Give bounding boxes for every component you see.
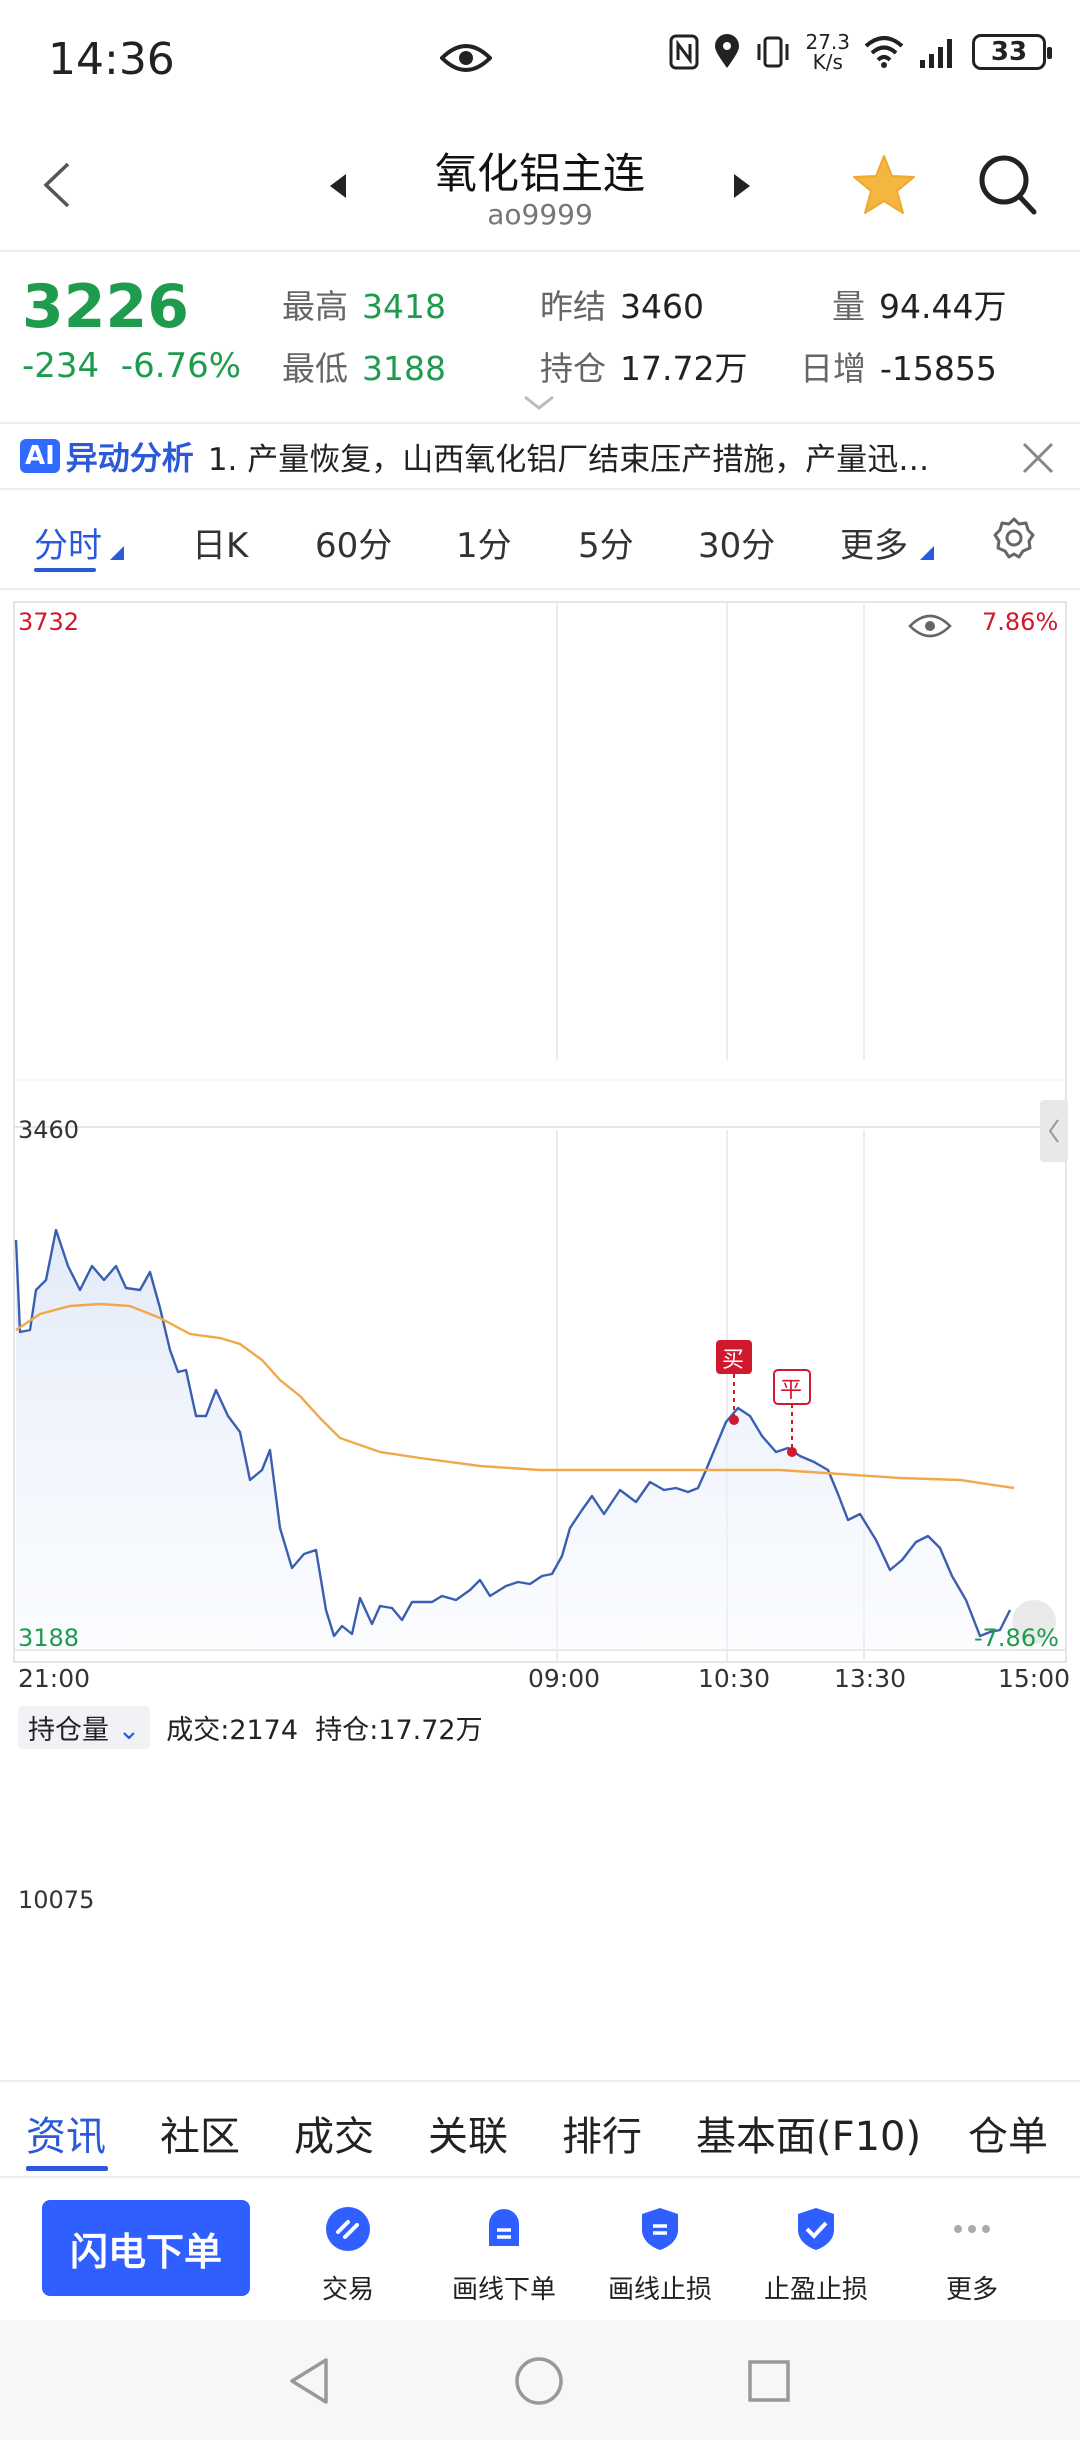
tab-daily-k[interactable]: 日K [192,518,248,567]
tab-fundamentals[interactable]: 基本面(F10) [696,2104,921,2162]
tab-news[interactable]: 资讯 [26,2104,106,2162]
draw-stoploss-icon [642,2208,678,2250]
last-price: 3226 [22,272,189,342]
nav-back-icon[interactable] [286,2356,332,2406]
status-time: 14:36 [48,34,175,85]
nav-recents-icon[interactable] [746,2356,792,2406]
more-dots-icon [954,2225,990,2233]
expand-chevron-icon[interactable] [522,394,556,416]
oi-value: 持仓:17.72万 [315,1715,483,1746]
chart-eye-icon[interactable] [908,614,952,638]
next-contract-button[interactable] [732,172,752,204]
ai-badge: AI [20,439,60,473]
wifi-icon [864,36,904,68]
settings-gear-icon[interactable] [992,516,1036,564]
buy-marker[interactable]: 买 [722,1342,744,1374]
contract-code: ao9999 [487,198,593,231]
status-icons: 27.3 K/s 33 [669,30,1052,74]
flash-order-button[interactable]: 闪电下单 [42,2200,250,2296]
info-tabs: 资讯 社区 成交 关联 排行 基本面(F10) 仓单 [0,2080,1080,2176]
tab-30min[interactable]: 30分 [698,518,775,567]
system-nav-bar [0,2320,1080,2440]
quote-panel: 3226 -234 -6.76% 最高 3418 最低 3188 昨结 3460 持仓… [0,252,1080,422]
active-tab-indicator [26,2166,108,2171]
close-marker[interactable]: 平 [780,1372,802,1404]
nfc-icon [669,34,699,70]
signal-icon [920,39,952,68]
max-price-label: 3732 [18,608,80,636]
low-stat: 最低 3188 [282,349,446,388]
tab-trades[interactable]: 成交 [294,2104,374,2162]
time-label-2100: 21:00 [18,1664,91,1693]
dropdown-triangle-icon [110,546,124,560]
tab-5min[interactable]: 5分 [578,518,634,567]
close-icon[interactable] [1020,440,1056,480]
favorite-star-icon[interactable] [852,154,916,220]
shield-check-icon [798,2208,834,2250]
action-bar: 闪电下单 交易 画线下单 画线止损 止盈止损 更多 [0,2176,1080,2320]
period-tabs: 分时 日K 60分 1分 5分 30分 更多 [0,490,1080,590]
nav-home-icon[interactable] [514,2356,564,2406]
location-icon [715,34,740,68]
battery-icon: 33 [972,34,1052,70]
net-speed: 27.3 K/s [805,30,850,74]
ai-banner-title: 异动分析 [65,439,194,477]
tab-warehouse-receipts[interactable]: 仓单 [968,2104,1048,2162]
active-tab-indicator [34,568,96,572]
tab-ranking[interactable]: 排行 [562,2104,642,2162]
tab-timeshare[interactable]: 分时 [34,518,102,567]
time-label-0900: 09:00 [528,1664,601,1693]
tab-related[interactable]: 关联 [428,2104,508,2162]
chevron-down-icon: ⌄ [117,1715,141,1746]
tab-60min[interactable]: 60分 [315,518,392,567]
min-price-label: 3188 [18,1624,80,1652]
min-pct-label: -7.86% [974,1624,1059,1652]
time-label-1030: 10:30 [698,1664,771,1693]
tab-1min[interactable]: 1分 [456,518,512,567]
vibrate-icon [757,36,789,68]
trade-icon [326,2207,370,2251]
chart-canvas [13,601,1068,1663]
draw-order-action[interactable]: 画线下单 [434,2206,574,2306]
time-label-1330: 13:30 [834,1664,907,1693]
volume-stat: 量 94.44万 [832,287,1007,326]
page-title: 氧化铝主连 [434,149,645,198]
max-pct-label: 7.86% [982,608,1059,636]
tab-community[interactable]: 社区 [160,2104,240,2162]
more-action[interactable]: 更多 [902,2206,1042,2306]
volume-panel-header: 持仓量 ⌄ 成交:2174 持仓:17.72万 [18,1706,483,1749]
eye-comfort-icon [439,40,493,80]
title-bar: 氧化铝主连 ao9999 [0,120,1080,252]
prev-settle-stat: 昨结 3460 [540,287,704,326]
daily-change-stat: 日增 -15855 [800,349,997,388]
volume-axis-label: 10075 [18,1886,95,1914]
take-profit-stoploss-action[interactable]: 止盈止损 [746,2206,886,2306]
high-stat: 最高 3418 [282,287,446,326]
draw-order-icon [489,2209,519,2246]
open-interest-stat: 持仓 17.72万 [540,349,748,388]
indicator-select[interactable]: 持仓量 ⌄ [18,1706,151,1749]
tab-more[interactable]: 更多 [840,518,908,567]
search-icon[interactable] [978,154,1038,220]
time-label-1500: 15:00 [998,1664,1071,1693]
status-bar: 14:36 27.3 K/s 33 [0,0,1080,120]
draw-stoploss-action[interactable]: 画线止损 [590,2206,730,2306]
mid-price-label: 3460 [18,1116,80,1144]
trade-action[interactable]: 交易 [278,2206,418,2306]
price-change: -234 -6.76% [22,346,242,386]
dropdown-triangle-icon [920,546,934,560]
timeshare-chart[interactable]: 3732 7.86% 3460 3188 -7.86% 买 平 21:00 09… [0,590,1080,1914]
ai-banner-text: 1. 产量恢复，山西氧化铝厂结束压产措施，产量迅… [207,441,930,478]
deal-value: 成交:2174 [166,1715,299,1746]
ai-anomaly-banner[interactable]: AI 异动分析 1. 产量恢复，山西氧化铝厂结束压产措施，产量迅… [0,422,1080,490]
